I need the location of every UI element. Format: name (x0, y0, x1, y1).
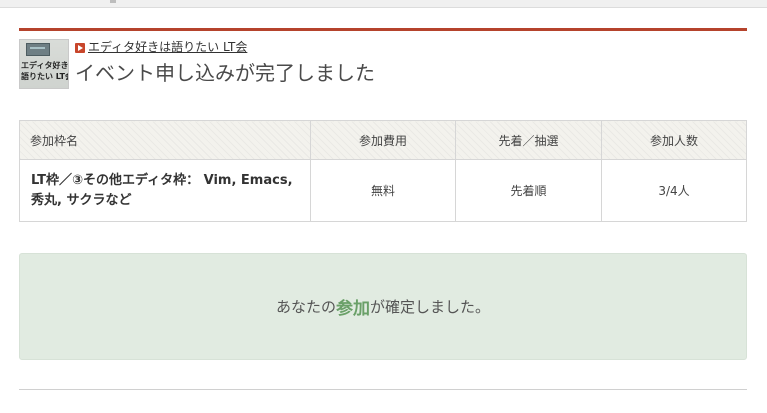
browser-top-strip (0, 0, 767, 8)
table-row: LT枠／③その他エディタ枠： Vim, Emacs, 秀丸, サクラなど 無料 … (19, 159, 747, 222)
event-link-label: エディタ好きは語りたい LT会 (88, 40, 248, 54)
cell-frame-name: LT枠／③その他エディタ枠： Vim, Emacs, 秀丸, サクラなど (19, 159, 311, 222)
header-fee: 参加費用 (310, 120, 456, 160)
header-count: 参加人数 (601, 120, 747, 160)
thumbnail-text-line2: 語りたい LT会 (21, 72, 69, 81)
cell-count: 3/4人 (601, 159, 747, 222)
event-header: エディタ好きは 語りたい LT会 エディタ好きは語りたい LT会 イベント申し込… (19, 31, 747, 91)
confirmation-highlight: 参加 (336, 299, 370, 319)
thumbnail-monitor-icon (26, 43, 50, 56)
cell-fee: 無料 (310, 159, 456, 222)
header-method: 先着／抽選 (455, 120, 602, 160)
event-thumbnail[interactable]: エディタ好きは 語りたい LT会 (19, 39, 69, 89)
event-link[interactable]: エディタ好きは語りたい LT会 (75, 40, 247, 55)
thumbnail-text-line1: エディタ好きは (21, 61, 69, 70)
confirmation-message: あなたの 参加 が確定しました。 (19, 253, 747, 360)
top-strip-mark (110, 0, 116, 3)
confirmation-suffix: が確定しました。 (370, 298, 491, 316)
page-title: イベント申し込みが完了しました (75, 61, 375, 85)
event-panel: エディタ好きは 語りたい LT会 エディタ好きは語りたい LT会 イベント申し込… (19, 28, 747, 91)
play-icon (75, 42, 85, 53)
cell-method: 先着順 (455, 159, 602, 222)
header-frame-name: 参加枠名 (19, 120, 311, 160)
participation-frames-table: 参加枠名 参加費用 先着／抽選 参加人数 LT枠／③その他エディタ枠： Vim,… (19, 120, 747, 222)
bottom-divider (19, 389, 747, 390)
confirmation-prefix: あなたの (275, 298, 336, 316)
table-header-row: 参加枠名 参加費用 先着／抽選 参加人数 (19, 120, 747, 160)
